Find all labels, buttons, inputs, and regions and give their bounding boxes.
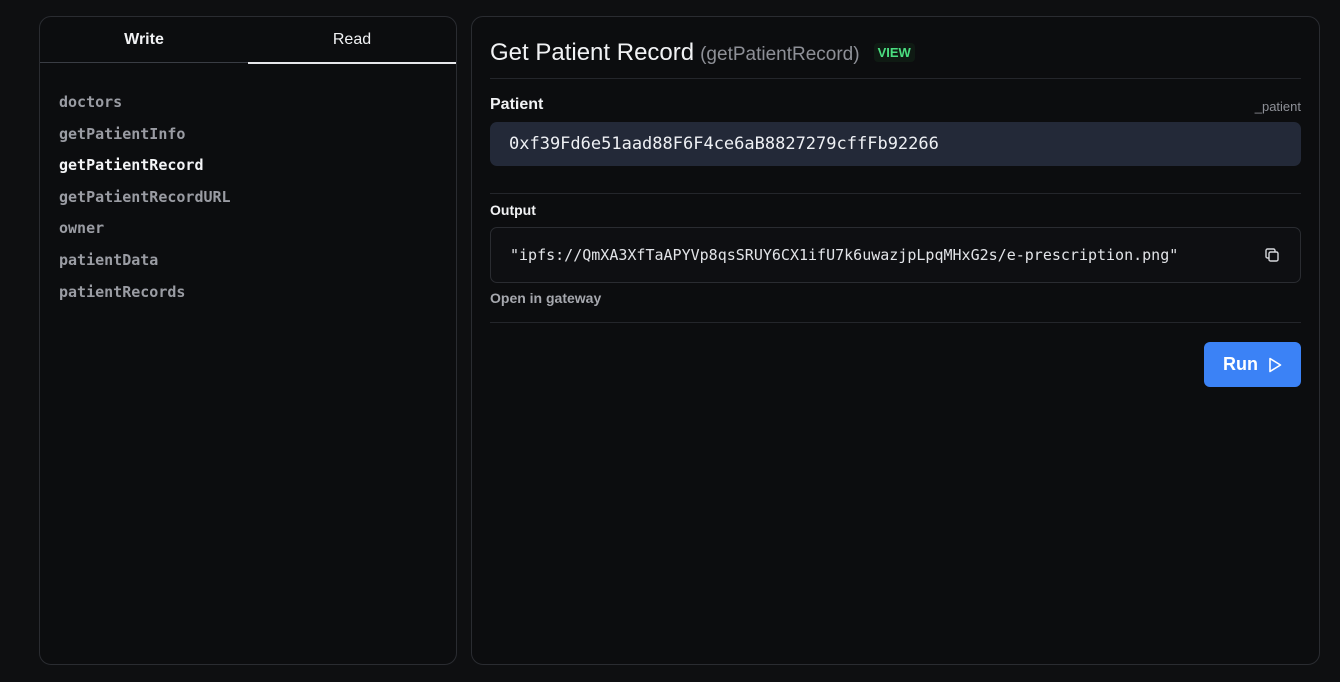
output-divider <box>490 322 1301 323</box>
copy-icon[interactable] <box>1263 246 1281 264</box>
open-in-gateway-link[interactable]: Open in gateway <box>490 290 601 306</box>
function-list-panel: Write Read doctors getPatientInfo getPat… <box>39 16 457 665</box>
function-item-patientData[interactable]: patientData <box>59 245 456 277</box>
function-item-owner[interactable]: owner <box>59 213 456 245</box>
function-signature: (getPatientRecord) <box>700 44 860 65</box>
patient-address-input[interactable] <box>490 122 1301 166</box>
play-icon <box>1269 357 1282 372</box>
function-item-getPatientInfo[interactable]: getPatientInfo <box>59 119 456 151</box>
header-divider <box>490 78 1301 79</box>
param-name: _patient <box>1254 99 1301 114</box>
output-label: Output <box>490 202 536 218</box>
function-item-patientRecords[interactable]: patientRecords <box>59 277 456 309</box>
output-box: "ipfs://QmXA3XfTaAPYVp8qsSRUY6CX1ifU7k6u… <box>490 227 1301 283</box>
function-title: Get Patient Record <box>490 39 695 66</box>
function-item-getPatientRecord[interactable]: getPatientRecord <box>59 150 456 182</box>
run-button[interactable]: Run <box>1204 342 1301 387</box>
view-badge: VIEW <box>873 43 915 62</box>
output-value: "ipfs://QmXA3XfTaAPYVp8qsSRUY6CX1ifU7k6u… <box>510 246 1179 264</box>
mode-tabs: Write Read <box>40 17 456 64</box>
tab-read[interactable]: Read <box>248 17 456 64</box>
tab-write[interactable]: Write <box>40 17 248 63</box>
function-list: doctors getPatientInfo getPatientRecord … <box>40 63 456 308</box>
input-divider <box>490 193 1301 194</box>
function-item-doctors[interactable]: doctors <box>59 87 456 119</box>
run-button-label: Run <box>1223 354 1258 374</box>
function-header: Get Patient Record (getPatientRecord) VI… <box>490 39 915 67</box>
function-detail-panel: Get Patient Record (getPatientRecord) VI… <box>471 16 1320 665</box>
function-item-getPatientRecordURL[interactable]: getPatientRecordURL <box>59 182 456 214</box>
patient-label: Patient <box>490 96 544 113</box>
